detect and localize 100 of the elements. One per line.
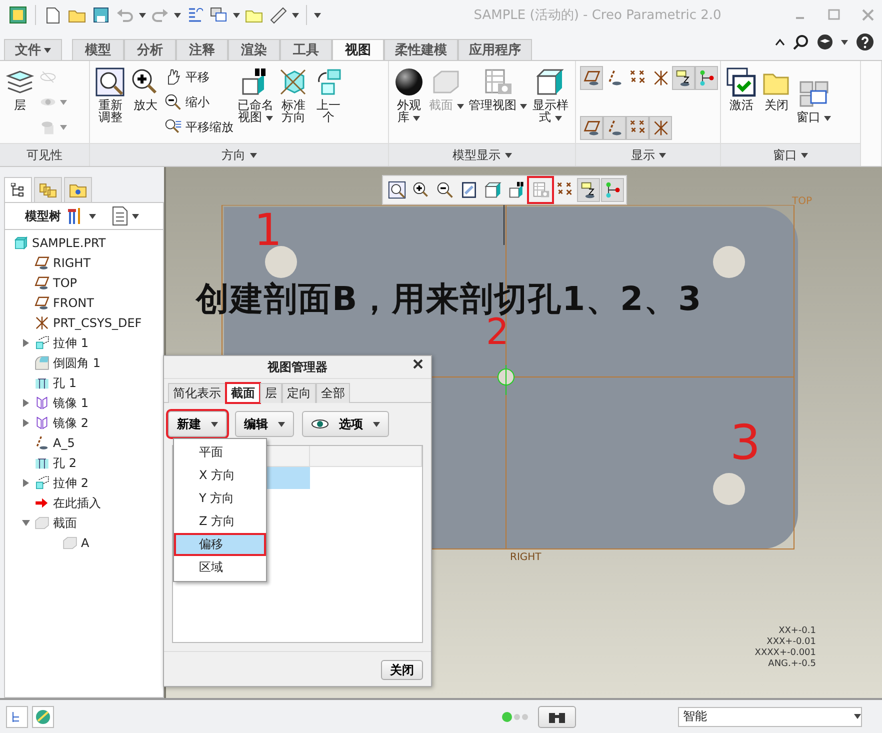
ribbon-tab[interactable]: 注释 xyxy=(176,39,228,61)
tree-item[interactable]: 拉伸 1 xyxy=(5,333,163,353)
ribbon-button[interactable]: 激活 xyxy=(725,65,758,143)
tree-item[interactable]: 镜像 1 xyxy=(5,393,163,413)
tree-toggle-button[interactable] xyxy=(6,706,28,728)
menu-item[interactable]: 区域 xyxy=(174,556,266,579)
tree-item[interactable]: 拉伸 2 xyxy=(5,473,163,493)
dialog-tab[interactable]: 层 xyxy=(260,383,282,403)
group-label[interactable]: 方向 xyxy=(90,143,388,166)
toolbar-button[interactable] xyxy=(601,178,624,202)
caret-icon xyxy=(60,100,67,104)
tolerance-text: ANG.+-0.5 xyxy=(768,659,816,670)
regenerate-icon[interactable] xyxy=(187,6,203,24)
undo-caret-icon xyxy=(139,12,146,18)
search-icon[interactable] xyxy=(793,34,809,50)
ribbon-tab[interactable]: 文件 xyxy=(4,39,62,61)
dialog-tab[interactable]: 定向 xyxy=(282,383,316,403)
toggle-button[interactable] xyxy=(580,116,604,140)
windows-caret-icon xyxy=(233,12,240,18)
menu-item[interactable]: 偏移 xyxy=(174,533,266,556)
dialog-tab[interactable]: 截面 xyxy=(226,383,260,403)
window-title: SAMPLE (活动的) - Creo Parametric 2.0 xyxy=(472,7,722,24)
dropdown-button[interactable]: 选项 xyxy=(302,411,389,437)
ribbon-tab[interactable]: 视图 xyxy=(332,39,384,61)
ribbon-button[interactable]: 层 xyxy=(4,65,36,143)
toolbar-button[interactable] xyxy=(577,178,600,202)
box-icon xyxy=(62,535,78,551)
ribbon-button[interactable]: 外观 库 xyxy=(392,65,425,143)
toggle-button[interactable] xyxy=(649,116,672,140)
ribbon-button[interactable]: 标准 方向 xyxy=(277,65,310,143)
toggle-button[interactable] xyxy=(603,116,626,140)
group-label[interactable]: 模型显示 xyxy=(388,143,576,166)
tree-item[interactable]: 截面 xyxy=(5,513,163,533)
globe-button[interactable] xyxy=(32,706,54,728)
graduation-cap-icon[interactable] xyxy=(817,34,833,50)
help-icon[interactable] xyxy=(856,33,874,51)
filter-dropdown[interactable]: 智能 xyxy=(678,706,862,726)
ribbon-button[interactable]: 已命名 视图 xyxy=(236,65,274,143)
dropdown-button[interactable]: 编辑 xyxy=(235,411,294,437)
tag-eye-icon xyxy=(580,181,598,199)
ribbon-button[interactable]: 上一 个 xyxy=(312,65,344,143)
plane-eye-icon xyxy=(34,255,50,271)
ribbon-button[interactable]: 放大 xyxy=(129,65,162,143)
menu-item[interactable]: X 方向 xyxy=(174,464,266,487)
collapsed-arrow-icon[interactable] xyxy=(22,339,30,347)
ribbon-button[interactable]: 关闭 xyxy=(760,65,792,143)
tree-item[interactable]: SAMPLE.PRT xyxy=(5,233,163,253)
new-file-icon[interactable] xyxy=(46,6,60,24)
tree-item[interactable]: TOP xyxy=(5,273,163,293)
tree-item[interactable]: RIGHT xyxy=(5,253,163,273)
dialog-tab[interactable]: 全部 xyxy=(316,383,350,403)
collapsed-arrow-icon[interactable] xyxy=(22,419,30,427)
collapsed-arrow-icon[interactable] xyxy=(22,399,30,407)
toggle-button[interactable] xyxy=(626,116,650,140)
ribbon-tab[interactable]: 渲染 xyxy=(228,39,280,61)
axis-eye-icon xyxy=(34,435,50,451)
ribbon-button[interactable]: 显示样 式 xyxy=(531,65,570,143)
toggle-button[interactable] xyxy=(580,66,604,90)
toggle-button[interactable] xyxy=(695,66,718,90)
tree-item[interactable]: 镜像 2 xyxy=(5,413,163,433)
ribbon-tab[interactable]: 分析 xyxy=(124,39,176,61)
star-folder-icon xyxy=(69,182,87,198)
menu-item[interactable]: Y 方向 xyxy=(174,487,266,510)
list-settings-icon[interactable] xyxy=(112,206,128,226)
tree-item[interactable]: 在此插入 xyxy=(5,493,163,513)
windows-icon[interactable] xyxy=(210,7,228,23)
tree-item[interactable]: FRONT xyxy=(5,293,163,313)
toggle-button[interactable] xyxy=(672,66,696,90)
tree-item[interactable]: 孔 1 xyxy=(5,373,163,393)
find-button[interactable] xyxy=(538,706,576,728)
ribbon-button[interactable]: 重新 调整 xyxy=(94,65,126,143)
menu-item[interactable]: 平面 xyxy=(174,441,266,464)
expanded-arrow-icon[interactable] xyxy=(22,519,30,527)
tree-item[interactable]: 孔 2 xyxy=(5,453,163,473)
ribbon-tab[interactable]: 工具 xyxy=(280,39,332,61)
close-icon[interactable] xyxy=(413,359,423,369)
dialog-tab[interactable]: 简化表示 xyxy=(168,383,226,403)
ribbon-button[interactable]: 窗口 xyxy=(795,65,832,143)
ribbon-small-button[interactable]: 平移缩放 xyxy=(164,116,234,138)
collapsed-arrow-icon[interactable] xyxy=(22,479,30,487)
group-label[interactable]: 窗口 xyxy=(721,143,860,166)
tree-item[interactable]: A xyxy=(5,533,163,553)
ribbon-small-button[interactable]: 缩小 xyxy=(164,91,234,113)
tree-item[interactable]: PRT_CSYS_DEF xyxy=(5,313,163,333)
menu-item[interactable]: Z 方向 xyxy=(174,510,266,533)
ribbon-small-button[interactable]: 平移 xyxy=(164,66,234,88)
group-label[interactable]: 显示 xyxy=(576,143,720,166)
favorites-tab[interactable] xyxy=(64,177,92,202)
tree-tab[interactable] xyxy=(4,177,32,202)
dropdown-button[interactable]: 新建 xyxy=(168,411,227,437)
ribbon-tab[interactable]: 应用程序 xyxy=(458,39,532,61)
close-button[interactable]: 关闭 xyxy=(381,660,423,680)
ribbon-tab[interactable]: 柔性建模 xyxy=(384,39,458,61)
ruler-icon[interactable] xyxy=(269,6,287,24)
collapse-icon[interactable] xyxy=(775,38,785,46)
save-icon[interactable] xyxy=(93,7,109,23)
ribbon-button[interactable]: 管理视图 xyxy=(468,65,528,143)
tree-item[interactable]: 倒圆角 1 xyxy=(5,353,163,373)
ribbon-tab[interactable]: 模型 xyxy=(72,39,124,61)
tree-item[interactable]: A_5 xyxy=(5,433,163,453)
